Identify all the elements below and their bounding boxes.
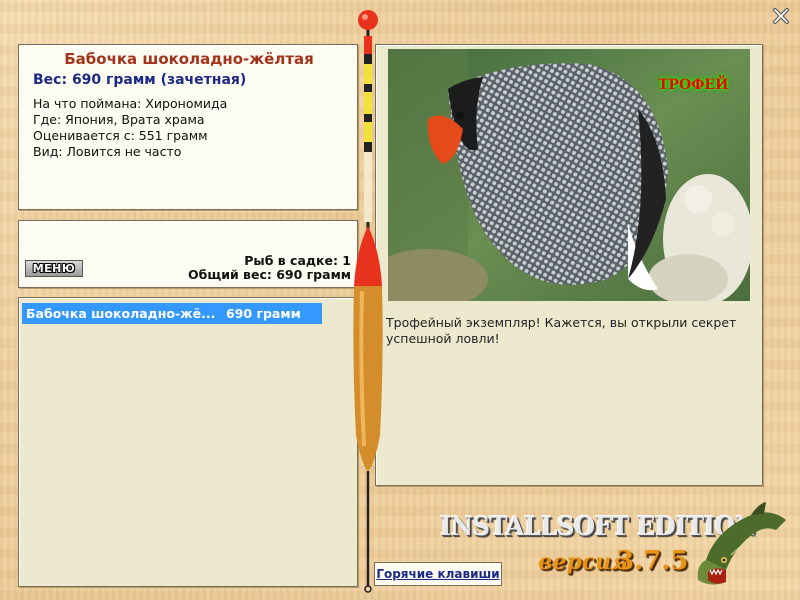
catch-item-name: Бабочка шоколадно-жё... — [26, 306, 216, 321]
catch-list[interactable]: Бабочка шоколадно-жё... 690 грамм — [18, 297, 358, 587]
fish-weight: Вес: 690 грамм (зачетная) — [33, 72, 247, 88]
list-item[interactable]: Бабочка шоколадно-жё... 690 грамм — [22, 303, 322, 324]
trophy-message: Трофейный экземпляр! Кажется, вы открыли… — [386, 315, 737, 346]
score-info: Оценивается с: 551 грамм — [33, 128, 208, 143]
keepnet-stats-panel: МЕНЮ Рыб в садке: 1 Общий вес: 690 грамм — [18, 220, 358, 288]
rarity-info: Вид: Ловится не часто — [33, 144, 182, 159]
trophy-badge: ТРОФЕЙ — [658, 77, 729, 93]
fish-name: Бабочка шоколадно-жёлтая — [64, 50, 314, 68]
close-icon[interactable] — [772, 7, 790, 25]
location-info: Где: Япония, Врата храма — [33, 112, 205, 127]
fish-count: Рыб в садке: 1 — [244, 253, 351, 268]
bait-info: На что поймана: Хирономида — [33, 96, 228, 111]
fish-photo-panel: ТРОФЕЙ Трофейный экземпляр! Кажется, вы … — [375, 44, 763, 486]
hotkeys-button[interactable]: Горячие клавиши — [374, 562, 502, 586]
version-number: 3.7.5 — [616, 546, 689, 576]
pike-fish-logo — [697, 502, 786, 585]
catch-item-weight: 690 грамм — [226, 306, 301, 321]
fishing-float-icon — [353, 10, 383, 593]
menu-button[interactable]: МЕНЮ — [25, 260, 83, 277]
fish-photo: ТРОФЕЙ — [388, 49, 750, 301]
total-weight: Общий вес: 690 грамм — [188, 267, 351, 282]
fish-info-panel: Бабочка шоколадно-жёлтая Вес: 690 грамм … — [18, 44, 358, 210]
